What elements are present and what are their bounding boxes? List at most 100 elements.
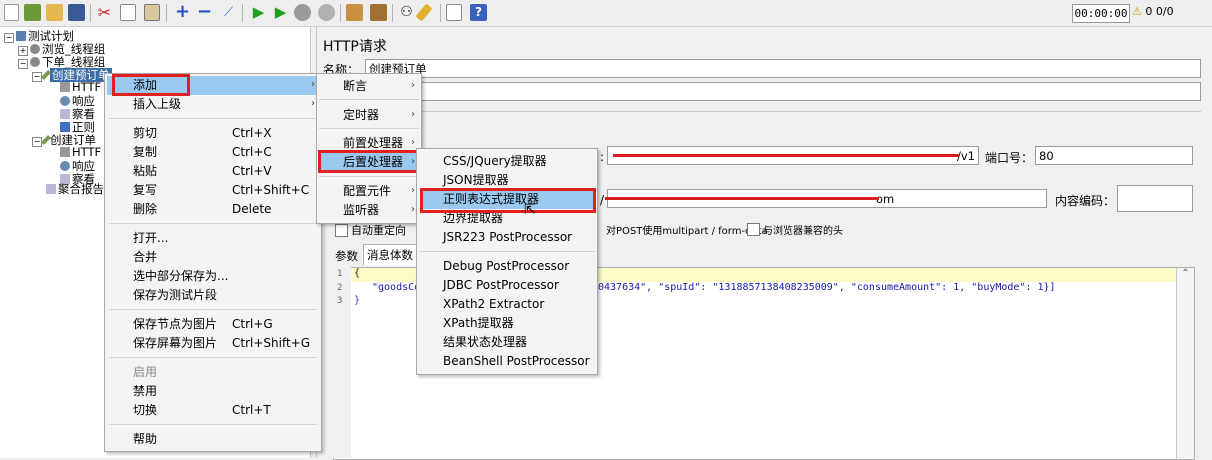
menu-item-save-node-image[interactable]: 保存节点为图片 bbox=[133, 314, 217, 334]
menu-item-copy[interactable]: 复制 bbox=[133, 142, 157, 162]
shortcut-toggle: Ctrl+T bbox=[232, 403, 271, 417]
function-helper-icon[interactable] bbox=[446, 4, 462, 21]
menu-item-merge[interactable]: 合并 bbox=[133, 247, 157, 267]
submenu-item-listener[interactable]: 监听器 bbox=[343, 200, 379, 220]
shutdown-icon[interactable] bbox=[318, 4, 335, 21]
tree-node-label: 聚合报告 bbox=[58, 182, 104, 196]
auto-redirect-checkbox[interactable] bbox=[335, 224, 348, 237]
toggle-icon[interactable]: ⟋ bbox=[220, 4, 237, 21]
path-suffix: /v1 bbox=[957, 149, 975, 163]
menu-item-help[interactable]: 帮助 bbox=[133, 429, 157, 449]
browser-compat-checkbox[interactable] bbox=[747, 223, 760, 236]
menu-item-paste[interactable]: 粘贴 bbox=[133, 161, 157, 181]
submenu-item-beanshell[interactable]: BeanShell PostProcessor bbox=[443, 351, 590, 371]
stop-icon[interactable] bbox=[294, 4, 311, 21]
reset-search-icon[interactable] bbox=[415, 3, 433, 22]
menu-separator bbox=[109, 223, 317, 224]
warning-count: 0 bbox=[1145, 5, 1153, 18]
menu-item-duplicate[interactable]: 复写 bbox=[133, 180, 157, 200]
encoding-label: 内容编码： bbox=[1055, 194, 1116, 208]
menu-item-open[interactable]: 打开... bbox=[133, 228, 168, 248]
thread-count: 0/0 bbox=[1155, 5, 1174, 18]
context-menu: 添加 › 插入上级 › 剪切 Ctrl+X 复制 Ctrl+C 粘贴 Ctrl+… bbox=[104, 73, 322, 452]
slash-label: / bbox=[600, 193, 605, 207]
start-no-pause-icon[interactable]: ▶ bbox=[272, 4, 289, 21]
start-icon[interactable]: ▶ bbox=[250, 4, 267, 21]
save-icon[interactable] bbox=[68, 4, 85, 21]
annotation-highlight-regex-extractor bbox=[420, 188, 596, 213]
copy-icon[interactable] bbox=[120, 4, 136, 21]
annotation-highlight-post-processor bbox=[318, 150, 420, 173]
collapse-toggle-icon[interactable]: − bbox=[4, 33, 14, 43]
shortcut-copy: Ctrl+C bbox=[232, 145, 272, 159]
tree-node-child[interactable]: HTTF bbox=[60, 80, 101, 94]
search-icon[interactable]: ⚇ bbox=[398, 4, 415, 21]
menu-item-save-fragment[interactable]: 保存为测试片段 bbox=[133, 285, 217, 305]
code-line-2-tail: 0437634", "spuId": "1318857138408235009"… bbox=[598, 282, 1056, 293]
menu-separator bbox=[319, 99, 419, 100]
toolbar-separator bbox=[440, 4, 441, 22]
warning-icon[interactable]: ⚠ bbox=[1132, 5, 1142, 18]
shortcut-save-screen-image: Ctrl+Shift+G bbox=[232, 336, 311, 350]
listener-icon bbox=[60, 109, 70, 119]
menu-item-cut[interactable]: 剪切 bbox=[133, 123, 157, 143]
panel-title: HTTP请求 bbox=[323, 39, 387, 55]
shortcut-cut: Ctrl+X bbox=[232, 126, 272, 140]
add-submenu: 断言 › 定时器 › 前置处理器 › 后置处理器 › 配置元件 › 监听器 › bbox=[316, 73, 422, 224]
port-label: 端口号： bbox=[985, 151, 1034, 165]
tree-node-label: HTTF bbox=[72, 145, 102, 159]
submenu-arrow-icon: › bbox=[311, 79, 315, 90]
menu-separator bbox=[109, 357, 317, 358]
post-processor-submenu: CSS/JQuery提取器 JSON提取器 正则表达式提取器 边界提取器 JSR… bbox=[416, 148, 598, 375]
paste-icon[interactable] bbox=[144, 4, 160, 21]
menu-item-save-selection[interactable]: 选中部分保存为... bbox=[133, 266, 228, 286]
name-field[interactable]: 创建预订单 bbox=[365, 59, 1201, 78]
toolbar-separator bbox=[90, 4, 91, 22]
menu-item-disable[interactable]: 禁用 bbox=[133, 381, 157, 401]
submenu-item-xpath2[interactable]: XPath2 Extractor bbox=[443, 294, 544, 314]
clear-all-icon[interactable] bbox=[370, 4, 387, 21]
editor-scrollbar[interactable]: ⌃ bbox=[1176, 268, 1194, 459]
submenu-item-jsr223[interactable]: JSR223 PostProcessor bbox=[443, 227, 572, 247]
scroll-up-icon[interactable]: ⌃ bbox=[1177, 268, 1194, 279]
help-icon[interactable]: ? bbox=[470, 4, 487, 21]
submenu-item-css-jquery-extractor[interactable]: CSS/JQuery提取器 bbox=[443, 151, 547, 171]
submenu-arrow-icon: › bbox=[411, 109, 415, 120]
submenu-item-timer[interactable]: 定时器 bbox=[343, 105, 379, 125]
submenu-item-result-status[interactable]: 结果状态处理器 bbox=[443, 332, 527, 352]
submenu-item-assertion[interactable]: 断言 bbox=[343, 76, 367, 96]
templates-icon[interactable] bbox=[24, 4, 41, 21]
open-icon[interactable] bbox=[46, 4, 63, 21]
submenu-item-json-extractor[interactable]: JSON提取器 bbox=[443, 170, 509, 190]
menu-item-delete[interactable]: 删除 bbox=[133, 199, 157, 219]
tree-node-child[interactable]: HTTF bbox=[60, 145, 101, 159]
tab-body-data[interactable]: 消息体数 bbox=[363, 244, 417, 265]
clear-icon[interactable] bbox=[346, 4, 363, 21]
shortcut-delete: Delete bbox=[232, 202, 272, 216]
new-icon[interactable] bbox=[4, 4, 19, 21]
redaction-mark bbox=[613, 154, 959, 157]
toolbar-separator bbox=[242, 4, 243, 22]
expand-icon[interactable]: + bbox=[174, 3, 191, 21]
menu-item-toggle[interactable]: 切换 bbox=[133, 400, 157, 420]
submenu-item-jdbc[interactable]: JDBC PostProcessor bbox=[443, 275, 559, 295]
collapse-toggle-icon[interactable]: − bbox=[18, 59, 28, 69]
menu-item-insert-parent[interactable]: 插入上级 bbox=[133, 94, 181, 114]
encoding-field[interactable] bbox=[1117, 185, 1193, 212]
tree-node-listener[interactable]: 聚合报告 bbox=[46, 181, 104, 197]
comments-field[interactable] bbox=[365, 82, 1201, 101]
collapse-icon[interactable]: − bbox=[196, 3, 213, 21]
shortcut-paste: Ctrl+V bbox=[232, 164, 272, 178]
submenu-item-debug[interactable]: Debug PostProcessor bbox=[443, 256, 569, 276]
submenu-item-config-element[interactable]: 配置元件 bbox=[343, 181, 391, 201]
annotation-highlight-add bbox=[112, 74, 190, 96]
tab-parameters[interactable]: 参数 bbox=[335, 248, 358, 264]
toolbar-separator bbox=[166, 4, 167, 22]
cut-icon[interactable]: ✂ bbox=[96, 4, 113, 21]
menu-item-save-screen-image[interactable]: 保存屏幕为图片 bbox=[133, 333, 217, 353]
shortcut-save-node-image: Ctrl+G bbox=[232, 317, 273, 331]
submenu-item-xpath[interactable]: XPath提取器 bbox=[443, 313, 514, 333]
toolbar: ✂ + − ⟋ ▶ ▶ ⚇ ? 00:00:00 ⚠ 0 0/0 bbox=[0, 0, 1212, 27]
port-field[interactable]: 80 bbox=[1035, 146, 1193, 165]
submenu-arrow-icon: › bbox=[411, 185, 415, 196]
